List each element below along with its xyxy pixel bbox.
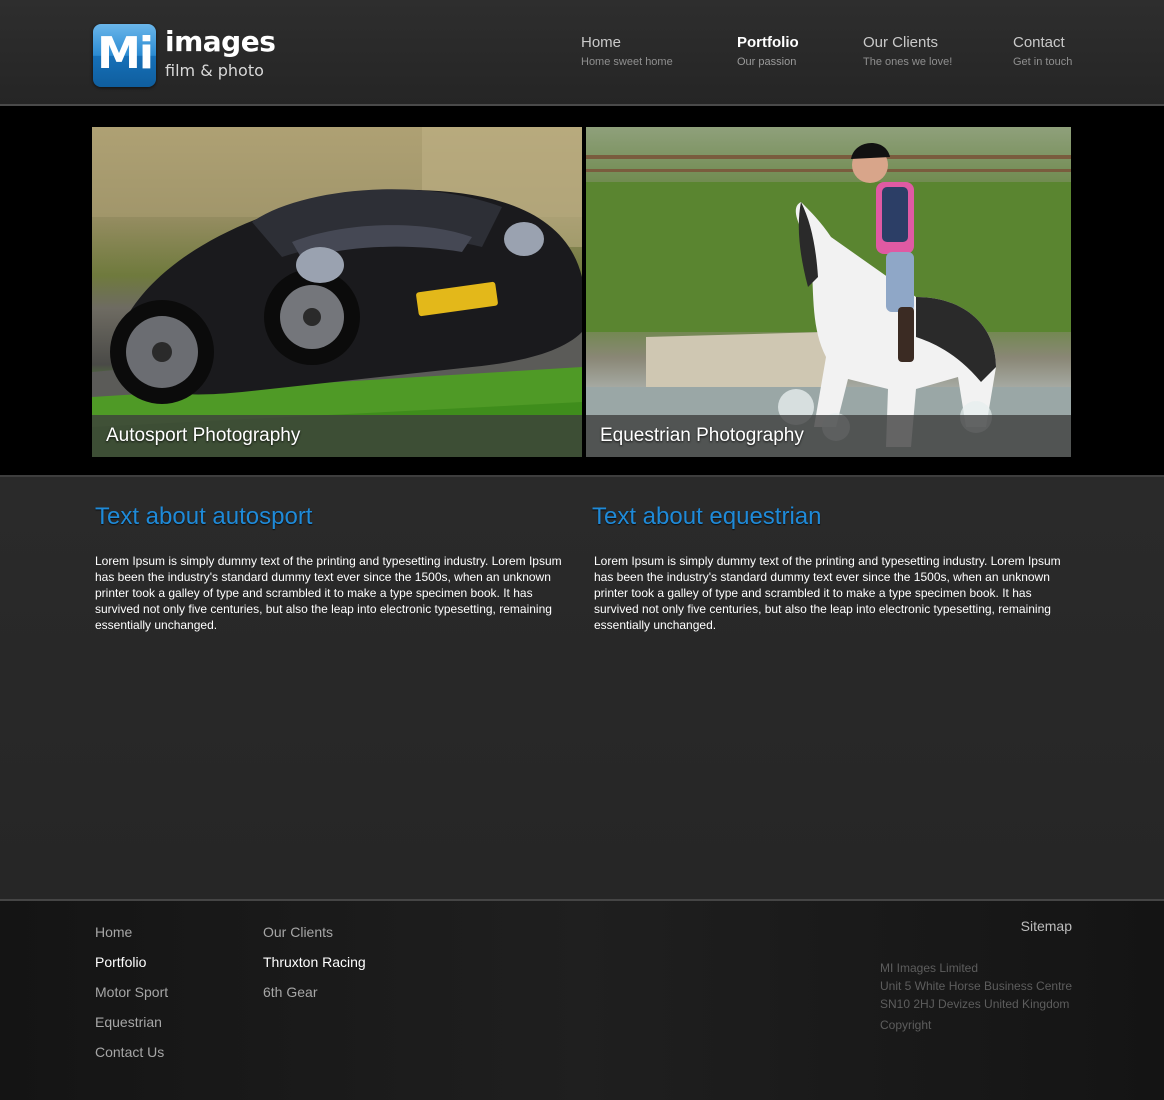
nav-item-home[interactable]: Home Home sweet home: [581, 34, 673, 68]
sitemap-link[interactable]: Sitemap: [1021, 917, 1072, 935]
section-heading: Text about autosport: [95, 503, 313, 530]
horse-rider-image: [586, 142, 1071, 457]
gallery-band: Autosport Photography Equestrian Photogr…: [0, 106, 1164, 477]
footer-link-thruxton-racing[interactable]: Thruxton Racing: [263, 947, 366, 977]
tile-caption: Autosport Photography: [92, 415, 582, 457]
address-line: SN10 2HJ Devizes United Kingdom: [880, 997, 1070, 1011]
nav-item-our-clients[interactable]: Our Clients The ones we love!: [863, 34, 952, 68]
gallery-tile-equestrian[interactable]: Equestrian Photography: [586, 127, 1071, 457]
sports-car-image: [92, 127, 582, 457]
logo-subtitle: film & photo: [165, 61, 264, 80]
nav-item-title: Our Clients: [863, 34, 939, 51]
nav-item-title: Portfolio: [737, 34, 799, 51]
content-column-equestrian: Text about equestrian Lorem Ipsum is sim…: [592, 503, 1064, 633]
tile-caption: Equestrian Photography: [586, 415, 1071, 457]
nav-item-title: Contact: [1013, 34, 1065, 51]
address-line: Unit 5 White Horse Business Centre: [880, 979, 1073, 993]
footer-clients-column: Our Clients Thruxton Racing 6th Gear: [263, 917, 366, 1007]
footer-link-portfolio[interactable]: Portfolio: [95, 947, 168, 977]
nav-item-title: Home: [581, 34, 622, 51]
section-body: Lorem Ipsum is simply dummy text of the …: [594, 554, 1061, 632]
logo-title: images: [165, 25, 276, 58]
footer-link-6th-gear[interactable]: 6th Gear: [263, 977, 366, 1007]
nav-item-subtitle: The ones we love!: [863, 56, 953, 68]
content-column-autosport: Text about autosport Lorem Ipsum is simp…: [95, 503, 565, 633]
section-heading: Text about equestrian: [592, 503, 822, 530]
nav-item-subtitle: Home sweet home: [581, 56, 673, 68]
site-header: Mi images film & photo Home Home sweet h…: [0, 0, 1164, 106]
footer-link-our-clients[interactable]: Our Clients: [263, 917, 366, 947]
footer-link-home[interactable]: Home: [95, 917, 168, 947]
main-content: Text about autosport Lorem Ipsum is simp…: [0, 477, 1164, 901]
gallery-tile-autosport[interactable]: Autosport Photography: [92, 127, 582, 457]
footer-link-contact-us[interactable]: Contact Us: [95, 1037, 168, 1067]
site-logo[interactable]: Mi images film & photo: [93, 24, 276, 88]
nav-item-subtitle: Get in touch: [1013, 56, 1073, 68]
logo-badge: Mi: [93, 24, 156, 87]
nav-item-subtitle: Our passion: [737, 56, 797, 68]
logo-badge-text: Mi: [97, 28, 154, 79]
footer-nav-column: Home Portfolio Motor Sport Equestrian Co…: [95, 917, 168, 1067]
copyright-text: Copyright: [880, 1018, 932, 1032]
nav-item-contact[interactable]: Contact Get in touch: [1013, 34, 1072, 68]
address-line: MI Images Limited: [880, 961, 979, 975]
section-body: Lorem Ipsum is simply dummy text of the …: [95, 554, 562, 632]
footer-link-motor-sport[interactable]: Motor Sport: [95, 977, 168, 1007]
footer-link-equestrian[interactable]: Equestrian: [95, 1007, 168, 1037]
nav-item-portfolio[interactable]: Portfolio Our passion: [737, 34, 799, 68]
company-address: MI Images Limited Unit 5 White Horse Bus…: [880, 959, 1080, 1034]
site-footer: Home Portfolio Motor Sport Equestrian Co…: [0, 901, 1164, 1100]
